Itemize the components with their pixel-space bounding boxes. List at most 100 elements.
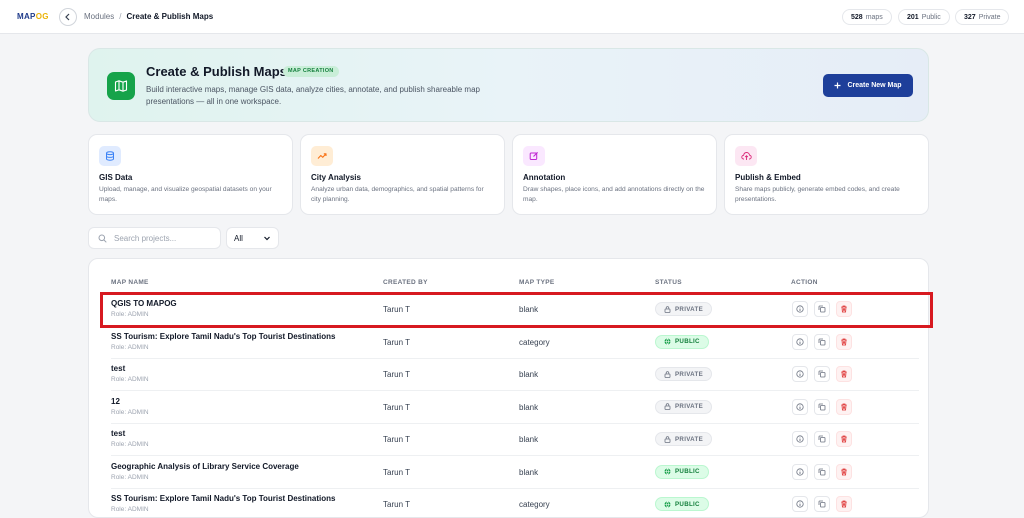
- info-button[interactable]: [792, 398, 808, 415]
- copy-button[interactable]: [814, 463, 830, 480]
- globe-icon: [664, 500, 671, 508]
- map-icon: [107, 72, 135, 100]
- feature-title: Publish & Embed: [735, 173, 801, 182]
- created-by: Tarun T: [383, 500, 410, 509]
- map-type: blank: [519, 305, 539, 314]
- create-new-map-button[interactable]: Create New Map: [823, 74, 913, 97]
- search-input[interactable]: [114, 233, 214, 243]
- info-button[interactable]: [792, 366, 808, 382]
- info-button[interactable]: [792, 496, 808, 512]
- map-type: blank: [519, 435, 539, 444]
- feature-card-gis-data[interactable]: GIS Data Upload, manage, and visualize g…: [88, 134, 293, 215]
- delete-button[interactable]: [836, 301, 852, 317]
- column-header-status[interactable]: STATUS: [655, 279, 682, 286]
- info-button[interactable]: [792, 301, 808, 317]
- table-row[interactable]: Geographic Analysis of Library Service C…: [111, 457, 919, 489]
- trend-icon: [311, 146, 333, 166]
- lock-icon: [664, 435, 671, 443]
- status-label: PUBLIC: [675, 338, 700, 345]
- feature-title: City Analysis: [311, 173, 361, 182]
- trash-icon: [841, 468, 847, 475]
- copy-button[interactable]: [814, 398, 830, 415]
- table-row[interactable]: test Role: ADMIN Tarun T blank PRIVATE: [111, 424, 919, 456]
- feature-description: Upload, manage, and visualize geospatial…: [99, 186, 272, 203]
- edit-icon: [523, 146, 545, 166]
- copy-button[interactable]: [814, 496, 830, 512]
- back-button[interactable]: [59, 8, 77, 26]
- lock-icon: [664, 305, 671, 313]
- breadcrumb-modules[interactable]: Modules: [84, 12, 114, 21]
- lock-icon: [664, 403, 671, 410]
- feature-card-publish-embed[interactable]: Publish & Embed Share maps publicly, gen…: [724, 134, 929, 215]
- cloud-upload-icon: [735, 146, 757, 166]
- globe-icon: [664, 468, 671, 475]
- map-name[interactable]: Geographic Analysis of Library Service C…: [111, 462, 299, 471]
- map-name[interactable]: SS Tourism: Explore Tamil Nadu's Top Tou…: [111, 332, 335, 341]
- map-type: blank: [519, 402, 539, 412]
- table-row[interactable]: 12 Role: ADMIN Tarun T blank PRIVATE: [111, 392, 919, 424]
- globe-icon: [664, 338, 671, 345]
- trash-icon: [841, 370, 847, 378]
- info-icon: [796, 402, 804, 411]
- trash-icon: [841, 338, 847, 345]
- hero-banner: Create & Publish Maps MAP CREATION Build…: [88, 48, 929, 122]
- map-role: Role: ADMIN: [111, 441, 149, 448]
- logo-text: MAP: [17, 12, 36, 21]
- copy-button[interactable]: [814, 301, 830, 317]
- table-row[interactable]: test Role: ADMIN Tarun T blank PRIVATE: [111, 359, 919, 391]
- copy-button[interactable]: [814, 333, 830, 350]
- map-role: Role: ADMIN: [111, 376, 149, 383]
- delete-button[interactable]: [836, 366, 852, 382]
- feature-description: Draw shapes, place icons, and add annota…: [523, 186, 705, 203]
- feature-card-city-analysis[interactable]: City Analysis Analyze urban data, demogr…: [300, 134, 505, 215]
- status-filter-value: All: [234, 233, 243, 243]
- info-button[interactable]: [792, 333, 808, 350]
- table-row[interactable]: SS Tourism: Explore Tamil Nadu's Top Tou…: [111, 489, 919, 517]
- info-icon: [796, 337, 804, 346]
- projects-table: MAP NAME CREATED BY MAP TYPE STATUS ACTI…: [88, 258, 929, 518]
- breadcrumb-separator: /: [119, 12, 122, 21]
- mapog-logo[interactable]: MAPOG: [17, 12, 49, 21]
- column-header-map-type[interactable]: MAP TYPE: [519, 279, 555, 286]
- status-badge: PUBLIC: [655, 334, 709, 349]
- info-icon: [796, 305, 804, 313]
- map-name[interactable]: QGIS TO MAPOG: [111, 299, 177, 308]
- created-by: Tarun T: [383, 467, 410, 477]
- table-row[interactable]: QGIS TO MAPOG Role: ADMIN Tarun T blank PRIV…: [111, 294, 919, 326]
- table-row[interactable]: SS Tourism: Explore Tamil Nadu's Top Tou…: [111, 327, 919, 359]
- map-name[interactable]: SS Tourism: Explore Tamil Nadu's Top Tou…: [111, 494, 335, 503]
- status-label: PRIVATE: [675, 403, 703, 410]
- delete-button[interactable]: [836, 463, 852, 480]
- map-name[interactable]: 12: [111, 397, 120, 406]
- column-header-action: ACTION: [791, 279, 818, 286]
- copy-button[interactable]: [814, 431, 830, 447]
- column-header-created-by[interactable]: CREATED BY: [383, 279, 428, 286]
- map-name[interactable]: test: [111, 429, 125, 438]
- breadcrumb: Modules / Create & Publish Maps: [84, 12, 213, 21]
- feature-title: Annotation: [523, 173, 566, 182]
- map-name[interactable]: test: [111, 364, 125, 373]
- info-icon: [796, 370, 804, 378]
- hero-description: Build interactive maps, manage GIS data,…: [146, 85, 480, 106]
- delete-button[interactable]: [836, 431, 852, 447]
- map-role: Role: ADMIN: [111, 473, 149, 481]
- search-icon: [98, 234, 107, 243]
- feature-card-annotation[interactable]: Annotation Draw shapes, place icons, and…: [512, 134, 717, 215]
- search-box[interactable]: [88, 227, 221, 249]
- delete-button[interactable]: [836, 398, 852, 415]
- column-header-map-name[interactable]: MAP NAME: [111, 279, 149, 286]
- chevron-left-icon: [65, 13, 70, 21]
- map-role: Role: ADMIN: [111, 311, 149, 318]
- status-filter-select[interactable]: All: [226, 227, 279, 249]
- info-button[interactable]: [792, 463, 808, 480]
- copy-icon: [818, 338, 826, 345]
- copy-button[interactable]: [814, 366, 830, 382]
- info-button[interactable]: [792, 431, 808, 447]
- status-badge: PUBLIC: [655, 464, 709, 479]
- status-label: PUBLIC: [675, 500, 700, 508]
- public-count-badge: 201 Public: [898, 9, 950, 25]
- status-label: PUBLIC: [675, 468, 700, 475]
- delete-button[interactable]: [836, 333, 852, 350]
- delete-button[interactable]: [836, 496, 852, 512]
- status-badge: PRIVATE: [655, 432, 712, 446]
